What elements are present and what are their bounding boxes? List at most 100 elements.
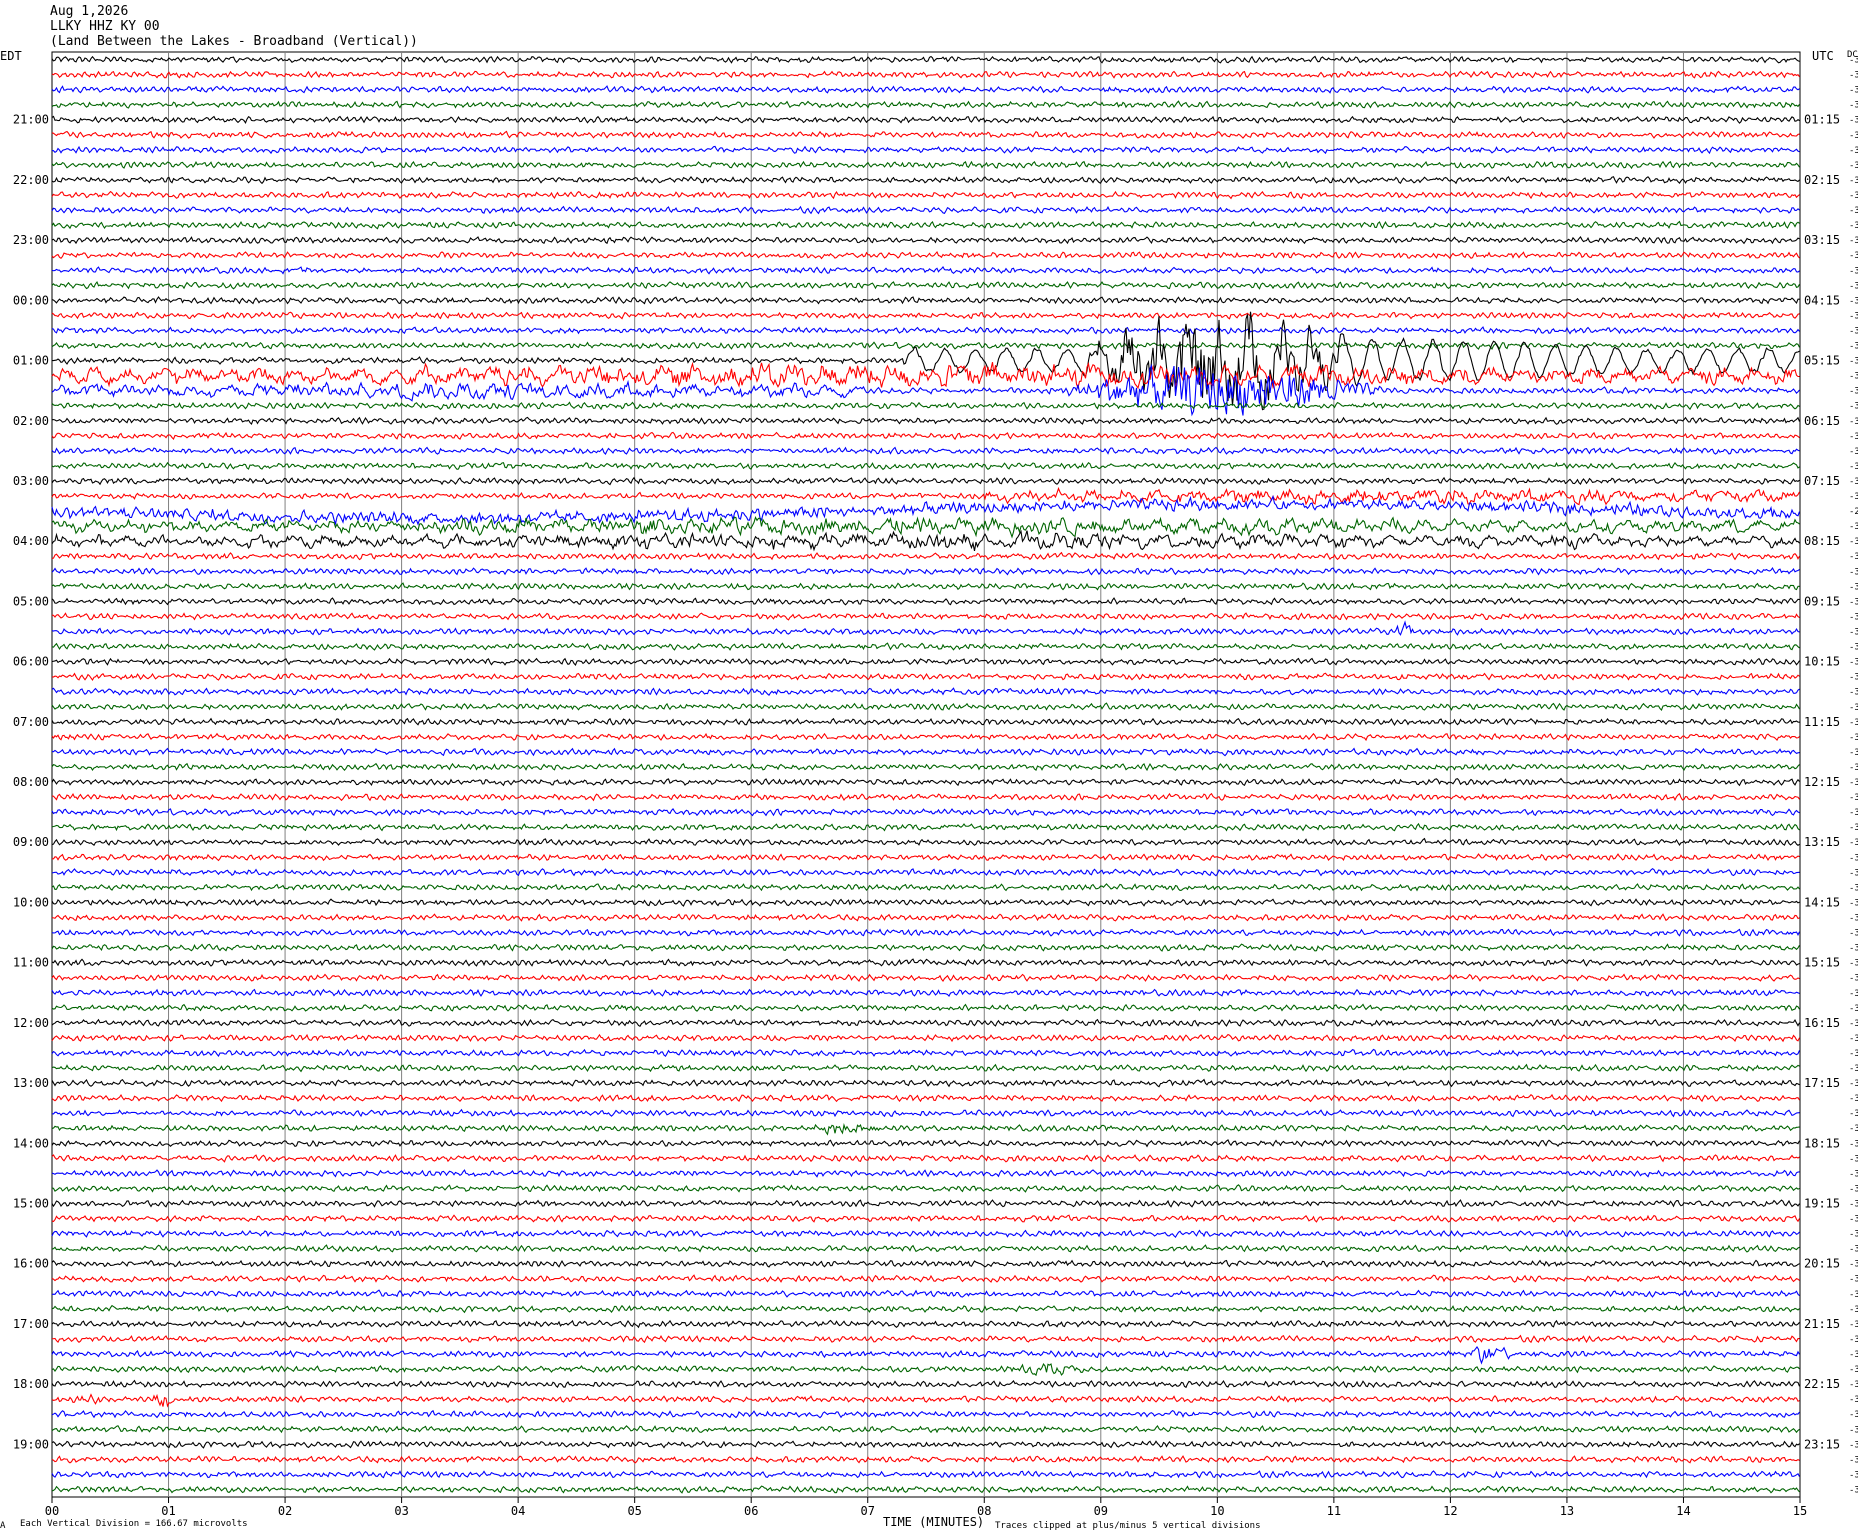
trace-line (51, 1424, 1800, 1434)
trace-line (51, 495, 1801, 526)
left-hour-label: 11:00 (13, 956, 49, 970)
trace-line (51, 205, 1800, 215)
left-hour-label: 23:00 (13, 233, 49, 247)
trace-line (51, 446, 1800, 455)
trace-line (51, 115, 1800, 125)
trace-line (51, 145, 1800, 155)
trace-line (51, 1214, 1800, 1223)
trace-line (51, 1139, 1800, 1148)
right-hour-label: 13:15 (1804, 835, 1840, 849)
dc-offset-label: -334 (1849, 643, 1858, 653)
left-hour-label: 22:00 (13, 173, 49, 187)
trace-line (51, 326, 1800, 335)
dc-offset-label: -338 (1849, 86, 1858, 96)
dc-offset-label: -364 (1849, 913, 1858, 923)
trace-line (51, 913, 1800, 922)
left-hour-label: 14:00 (13, 1136, 49, 1150)
left-hour-label: 13:00 (13, 1076, 49, 1090)
dc-offset-label: -368 (1849, 402, 1858, 412)
left-hour-label: 21:00 (13, 113, 49, 127)
dc-offset-label: -363 (1849, 1154, 1858, 1164)
x-tick-label: 05 (627, 1504, 641, 1518)
trace-line (51, 732, 1800, 742)
dc-offset-label: -341 (1849, 1290, 1858, 1300)
dc-offset-label: -365 (1849, 432, 1858, 442)
dc-offset-label: -330 (1849, 1365, 1858, 1375)
dc-offset-label: -365 (1849, 929, 1858, 939)
dc-offset-label: -373 (1849, 342, 1858, 352)
x-tick-label: 00 (45, 1504, 59, 1518)
dc-offset-label: -358 (1849, 1184, 1858, 1194)
dc-offset-label: -367 (1849, 1109, 1858, 1119)
right-hour-label: 09:15 (1804, 594, 1840, 608)
right-hour-label: 16:15 (1804, 1016, 1840, 1030)
right-hour-label: 04:15 (1804, 293, 1840, 307)
left-hour-label: 02:00 (13, 414, 49, 428)
trace-line (51, 642, 1800, 651)
dc-offset-label: -370 (1849, 1004, 1858, 1014)
right-hour-label: 01:15 (1804, 113, 1840, 127)
right-hour-label: 06:15 (1804, 414, 1840, 428)
dc-offset-label: -367 (1849, 1079, 1858, 1089)
x-tick-label: 13 (1560, 1504, 1574, 1518)
trace-line (51, 190, 1800, 200)
dc-offset-label: -373 (1849, 357, 1858, 367)
scale-note: Each Vertical Division = 166.67 microvol… (20, 1519, 248, 1529)
trace-line (51, 236, 1800, 245)
trace-line (51, 175, 1800, 185)
trace-line (51, 1363, 1800, 1377)
trace-line (51, 988, 1800, 998)
x-tick-label: 03 (394, 1504, 408, 1518)
dc-offset-label: -342 (1849, 71, 1858, 81)
trace-line (51, 687, 1800, 696)
dc-offset-label: -336 (1849, 658, 1858, 668)
dc-offset-label: -343 (1849, 1275, 1858, 1285)
dc-offset-label: -369 (1849, 974, 1858, 984)
dc-offset-label: -350 (1849, 612, 1858, 622)
trace-line (51, 311, 1800, 411)
dc-offset-label: -339 (1849, 56, 1858, 66)
trace-line (51, 130, 1800, 140)
left-hour-label: 15:00 (13, 1196, 49, 1210)
trace-line (51, 1154, 1800, 1163)
left-hour-label: 08:00 (13, 775, 49, 789)
trace-line (51, 401, 1800, 411)
dc-offset-label: -370 (1849, 1049, 1858, 1059)
dc-offset-label: -354 (1849, 838, 1858, 848)
dc-offset-label: -369 (1849, 281, 1858, 291)
trace-line (51, 85, 1800, 94)
trace-line (51, 250, 1800, 260)
dc-offset-labels: -339 -342 -338 -346 -349 -348 -353 -357 -353 -358… (1849, 56, 1858, 1496)
trace-line (51, 1003, 1800, 1012)
trace-line (51, 551, 1800, 561)
trace-line (51, 898, 1800, 907)
dc-offset-label: -364 (1849, 1124, 1858, 1134)
dc-offset-label: -362 (1849, 387, 1858, 397)
trace-line (51, 1108, 1800, 1118)
header-description: (Land Between the Lakes - Broadband (Ver… (50, 34, 418, 49)
left-hour-label: 10:00 (13, 895, 49, 909)
clip-note: Traces clipped at plus/minus 5 vertical … (995, 1521, 1261, 1531)
left-hour-label: 09:00 (13, 835, 49, 849)
right-hour-label: 17:15 (1804, 1076, 1840, 1090)
trace-line (51, 1319, 1800, 1329)
trace-line (51, 1455, 1800, 1464)
x-tick-label: 11 (1327, 1504, 1341, 1518)
dc-offset-label: -329 (1849, 1380, 1858, 1390)
trace-line (51, 612, 1800, 621)
header-station: LLKY HHZ KY 00 (50, 19, 160, 34)
dc-offset-label: -316 (1849, 522, 1858, 532)
header-date: Aug 1,2026 (50, 4, 128, 19)
trace-line (51, 792, 1800, 802)
dc-offset-label: -371 (1849, 311, 1858, 321)
left-timezone-label: EDT (0, 49, 22, 63)
dc-offset-label: -329 (1849, 1455, 1858, 1465)
dc-offset-label: -364 (1849, 447, 1858, 457)
right-hour-label: 14:15 (1804, 895, 1840, 909)
dc-offset-label: -374 (1849, 326, 1858, 336)
right-hour-label: 03:15 (1804, 233, 1840, 247)
trace-line (51, 1393, 1800, 1408)
trace-line (51, 747, 1800, 757)
right-hour-label: 18:15 (1804, 1136, 1840, 1150)
right-hour-label: 21:15 (1804, 1317, 1840, 1331)
